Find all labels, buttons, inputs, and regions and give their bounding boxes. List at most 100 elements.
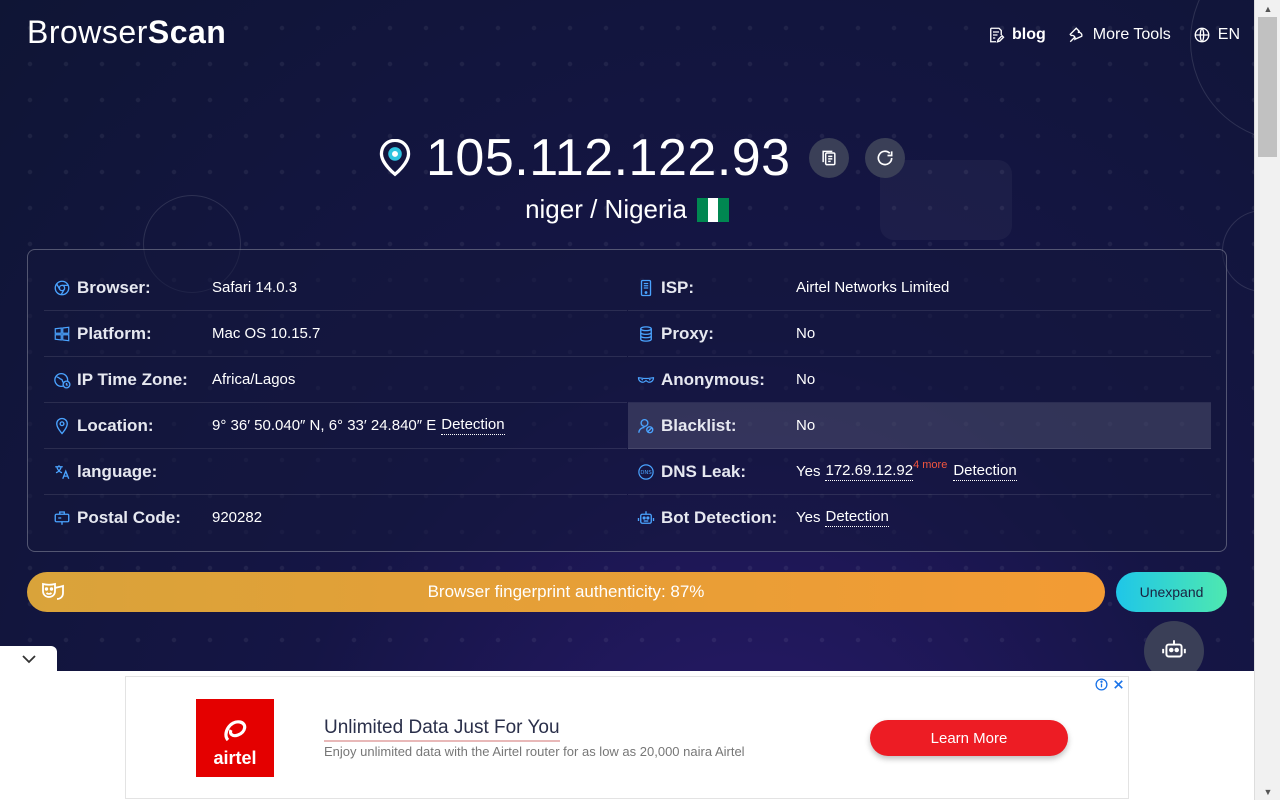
wrench-icon xyxy=(1069,27,1083,43)
bot-detection-link[interactable]: Detection xyxy=(825,508,889,527)
chevron-down-icon xyxy=(21,655,36,664)
row-location: Location: 9° 36′ 50.040″ N, 6° 33′ 24.84… xyxy=(44,403,627,449)
unexpand-button[interactable]: Unexpand xyxy=(1116,572,1227,612)
refresh-icon xyxy=(877,150,893,166)
dns-leak-status: Yes xyxy=(796,463,821,480)
language-label: language: xyxy=(77,461,158,481)
scroll-up-arrow-icon[interactable]: ▲ xyxy=(1255,0,1280,17)
location-label: Location: xyxy=(77,415,154,435)
user-block-icon xyxy=(637,417,655,435)
page-scrollbar[interactable]: ▲ ▼ xyxy=(1254,0,1280,800)
theater-mask-icon xyxy=(42,582,64,600)
proxy-label: Proxy: xyxy=(661,323,714,343)
ad-controls xyxy=(1095,678,1125,691)
ad-info-icon[interactable] xyxy=(1095,678,1108,691)
row-proxy: Proxy: No xyxy=(628,311,1211,357)
row-dns-leak: DNS DNS Leak: Yes 172.69.12.92 4 more De… xyxy=(628,449,1211,495)
scroll-down-arrow-icon[interactable]: ▼ xyxy=(1255,783,1280,800)
dns-leak-label: DNS Leak: xyxy=(661,461,747,481)
refresh-button[interactable] xyxy=(864,138,905,178)
robot-icon xyxy=(637,509,655,527)
postal-icon xyxy=(53,509,71,527)
location-value: 9° 36′ 50.040″ N, 6° 33′ 24.840″ E xyxy=(212,417,437,434)
platform-label: Platform: xyxy=(77,323,152,343)
translate-icon xyxy=(53,463,71,481)
isp-label: ISP: xyxy=(661,277,695,297)
dns-leak-ip[interactable]: 172.69.12.92 xyxy=(825,462,914,481)
row-platform: Platform: Mac OS 10.15.7 xyxy=(44,311,627,357)
dns-leak-detection-link[interactable]: Detection xyxy=(953,462,1017,481)
postal-code-value: 920282 xyxy=(212,509,263,526)
ad-banner-area: airtel Unlimited Data Just For You Enjoy… xyxy=(0,671,1254,800)
row-isp: ISP: Airtel Networks Limited xyxy=(628,265,1211,311)
row-anonymous: Anonymous: No xyxy=(628,357,1211,403)
info-panel: Browser: Safari 14.0.3 Platform: Mac OS … xyxy=(27,249,1227,552)
dns-icon: DNS xyxy=(637,463,655,481)
row-browser: Browser: Safari 14.0.3 xyxy=(44,265,627,311)
row-blacklist: Blacklist: No xyxy=(628,403,1211,449)
page: BrowserScan blog More Tools EN 105.112.1… xyxy=(0,0,1254,800)
row-bot-detection: Bot Detection: Yes Detection xyxy=(628,495,1211,540)
mask-icon xyxy=(637,371,655,389)
authenticity-bar: Browser fingerprint authenticity: 87% xyxy=(27,572,1105,612)
blacklist-label: Blacklist: xyxy=(661,415,737,435)
row-language: language: xyxy=(44,449,627,495)
nav-blog-label: blog xyxy=(1012,26,1046,43)
ip-time-zone-label: IP Time Zone: xyxy=(77,369,188,389)
nav-language-label: EN xyxy=(1217,26,1240,43)
dns-leak-more[interactable]: 4 more xyxy=(913,459,947,471)
anonymous-value: No xyxy=(796,371,816,388)
windows-icon xyxy=(53,325,71,343)
robot-icon xyxy=(1162,640,1186,658)
globe-icon xyxy=(1194,27,1210,43)
ad-banner[interactable]: airtel Unlimited Data Just For You Enjoy… xyxy=(125,676,1129,799)
learn-more-button[interactable]: Learn More xyxy=(870,720,1068,756)
database-icon xyxy=(637,325,655,343)
authenticity-label: Browser fingerprint authenticity: 87% xyxy=(427,582,705,601)
platform-value: Mac OS 10.15.7 xyxy=(212,325,321,342)
ad-brand: airtel xyxy=(213,748,257,768)
globe-clock-icon xyxy=(53,371,71,389)
nigeria-flag-icon xyxy=(696,197,729,222)
location-pin-icon xyxy=(53,417,71,435)
blacklist-value: No xyxy=(796,417,816,434)
ip-time-zone-value: Africa/Lagos xyxy=(212,371,296,388)
airtel-logo: airtel xyxy=(196,699,274,777)
chrome-icon xyxy=(53,279,71,297)
collapse-ad-button[interactable] xyxy=(0,646,57,672)
bot-detection-status: Yes xyxy=(796,509,821,526)
copy-ip-button[interactable] xyxy=(808,138,849,178)
ad-title[interactable]: Unlimited Data Just For You xyxy=(324,717,560,742)
postal-code-label: Postal Code: xyxy=(77,507,181,527)
server-icon xyxy=(637,279,655,297)
anonymous-label: Anonymous: xyxy=(661,369,765,389)
close-icon[interactable] xyxy=(1112,678,1125,691)
copy-icon xyxy=(822,150,836,166)
proxy-value: No xyxy=(796,325,816,342)
row-postal-code: Postal Code: 920282 xyxy=(44,495,627,540)
top-nav: blog More Tools EN xyxy=(987,26,1240,44)
info-column-left: Browser: Safari 14.0.3 Platform: Mac OS … xyxy=(44,265,627,540)
scrollbar-thumb[interactable] xyxy=(1258,17,1277,157)
location-row: niger / Nigeria xyxy=(0,194,1254,225)
nav-more-tools[interactable]: More Tools xyxy=(1068,26,1171,44)
svg-text:DNS: DNS xyxy=(640,469,652,475)
nav-more-tools-label: More Tools xyxy=(1092,26,1171,43)
browser-value: Safari 14.0.3 xyxy=(212,279,298,296)
info-column-right: ISP: Airtel Networks Limited Proxy: No A… xyxy=(628,265,1211,540)
ip-row: 105.112.122.93 xyxy=(378,128,905,188)
browser-label: Browser: xyxy=(77,277,151,297)
location-pin-icon xyxy=(379,139,411,177)
isp-value: Airtel Networks Limited xyxy=(796,279,950,296)
document-edit-icon xyxy=(990,27,1005,43)
ad-subtitle: Enjoy unlimited data with the Airtel rou… xyxy=(324,744,745,759)
ip-address: 105.112.122.93 xyxy=(426,129,791,187)
nav-blog[interactable]: blog xyxy=(987,26,1046,44)
bot-detection-label: Bot Detection: xyxy=(661,507,778,527)
nav-language[interactable]: EN xyxy=(1193,26,1240,44)
location-detection-link[interactable]: Detection xyxy=(441,416,505,435)
site-logo[interactable]: BrowserScan xyxy=(27,14,226,51)
airtel-swirl-icon xyxy=(224,720,247,742)
row-ip-time-zone: IP Time Zone: Africa/Lagos xyxy=(44,357,627,403)
location-text: niger / Nigeria xyxy=(525,194,687,224)
